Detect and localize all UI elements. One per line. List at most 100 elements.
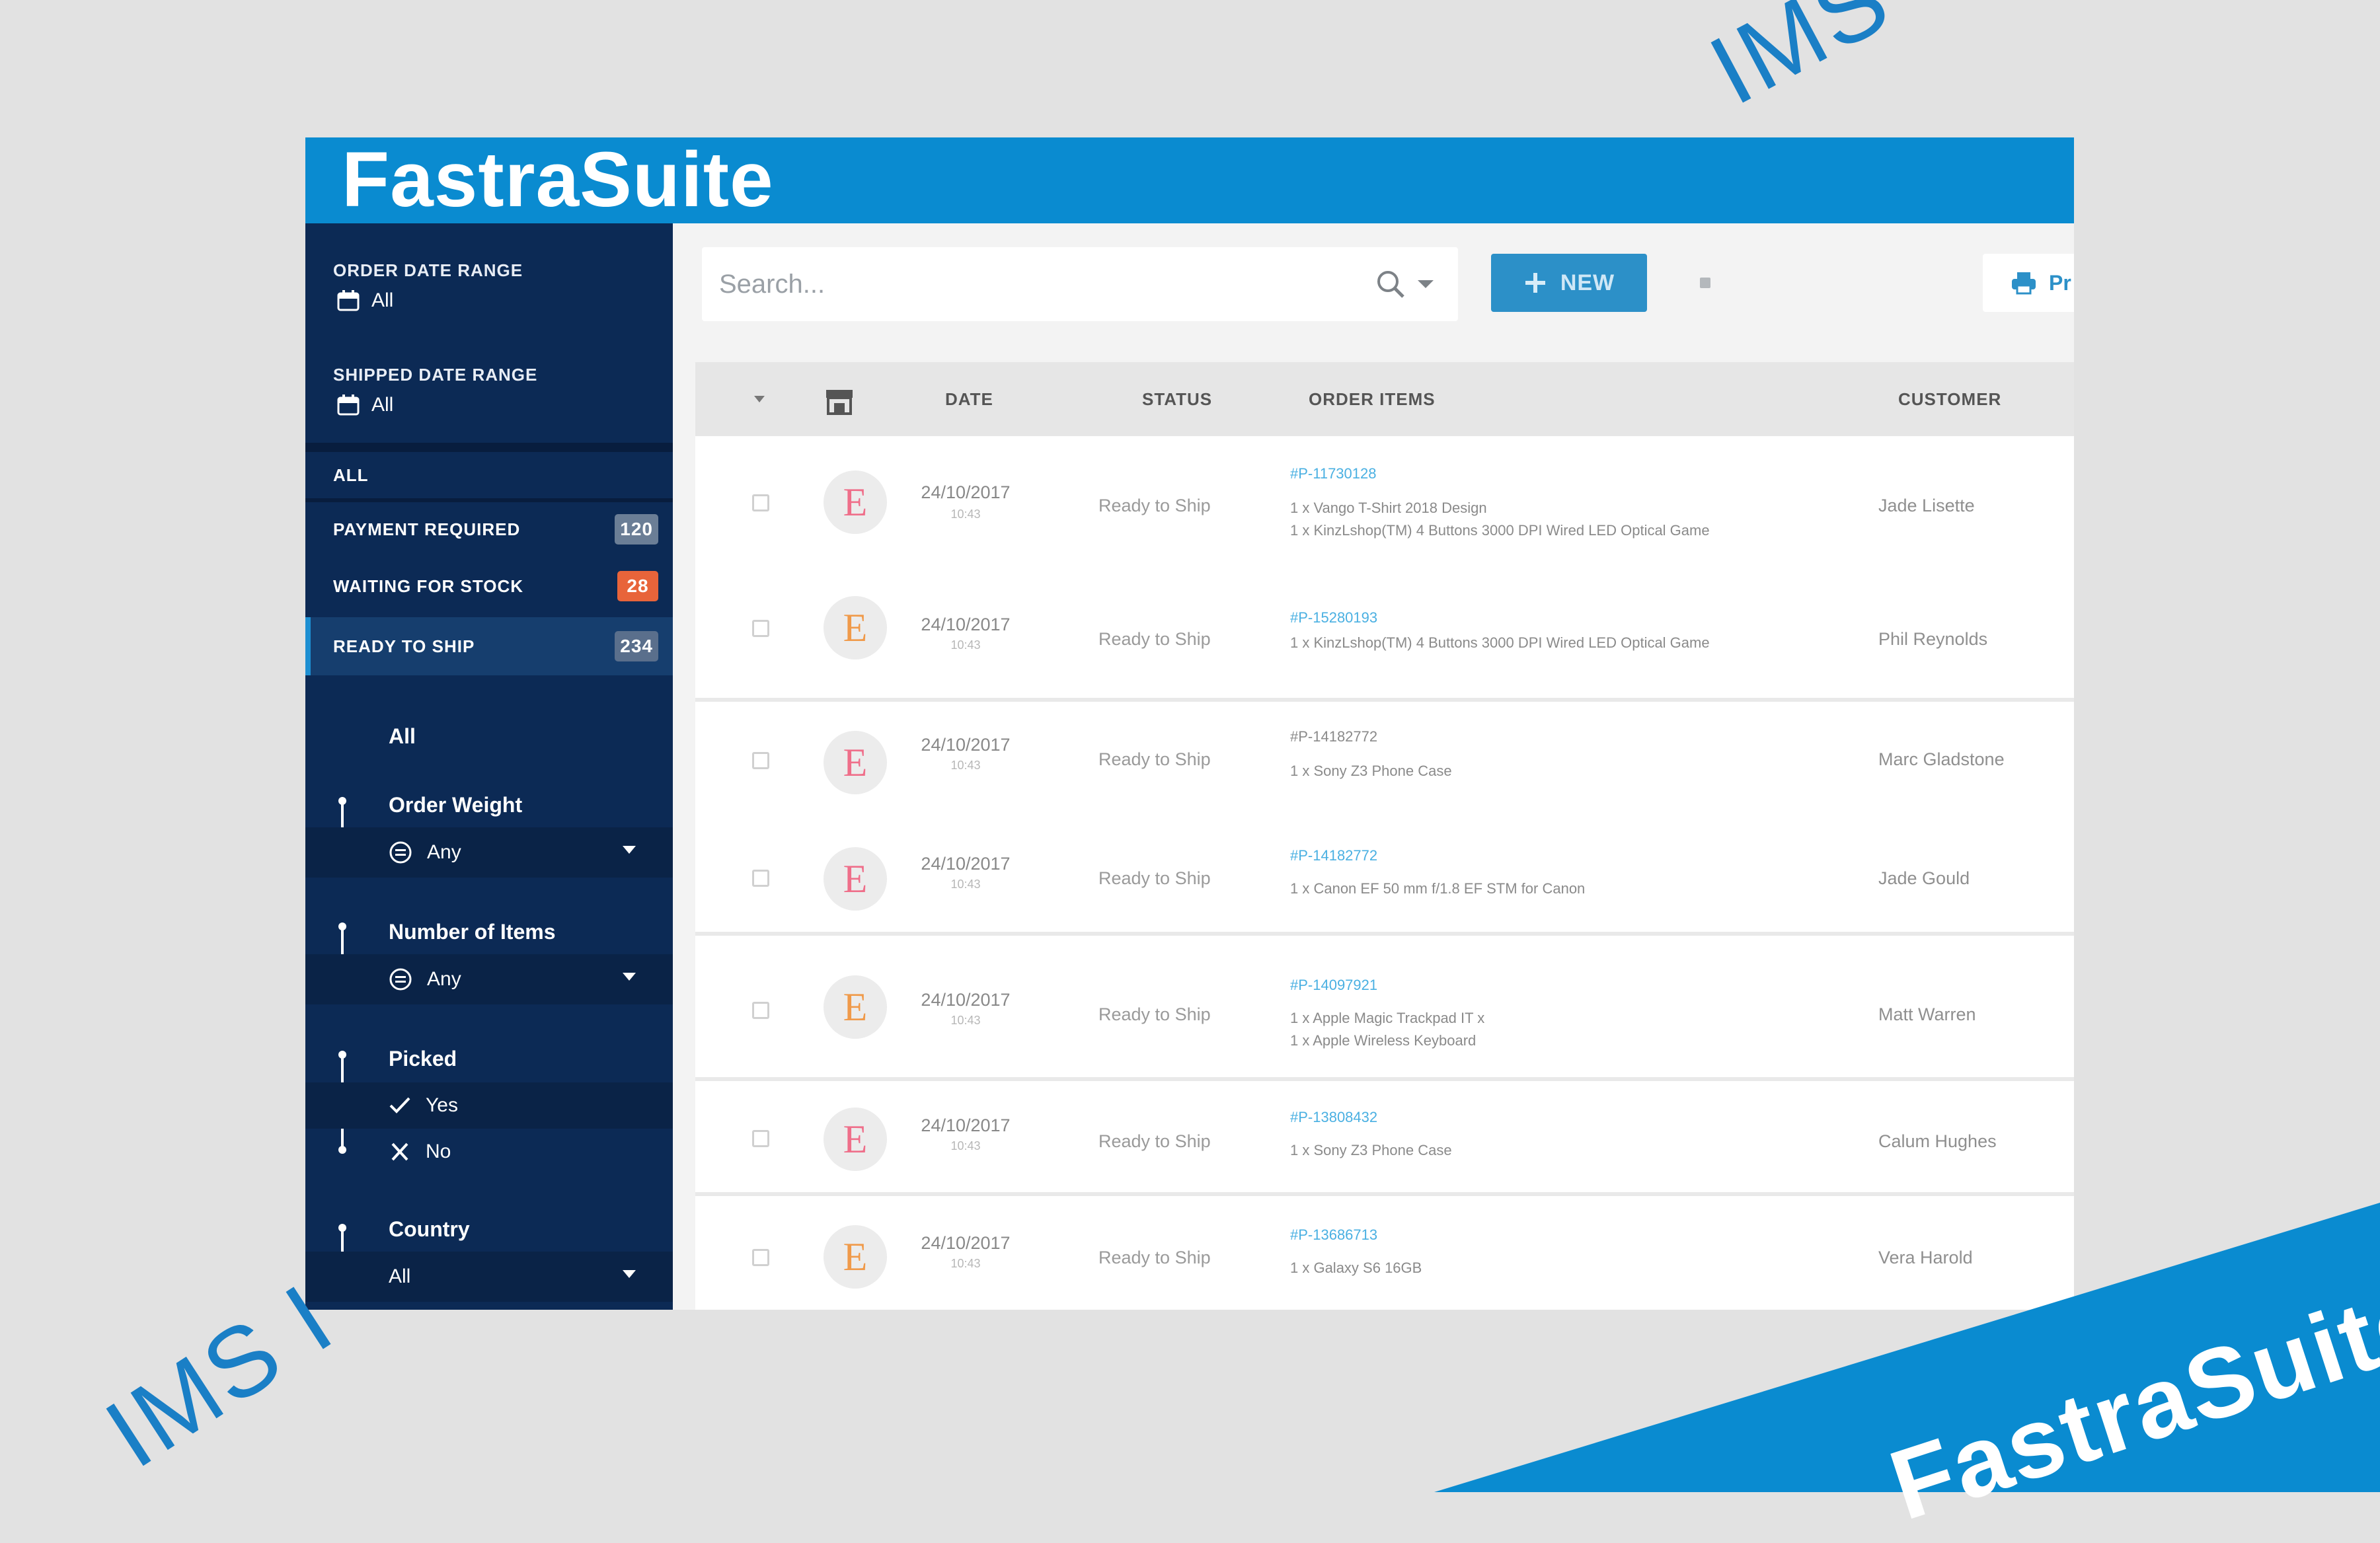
row-customer: Phil Reynolds xyxy=(1878,629,1988,649)
channel-avatar: E xyxy=(824,975,887,1039)
table-row[interactable]: E 24/10/2017 10:43 Ready to Ship #P-1418… xyxy=(695,817,2074,932)
order-number-link[interactable]: #P-11730128 xyxy=(1290,465,1377,482)
column-header-customer[interactable]: CUSTOMER xyxy=(1898,362,2001,436)
table-row[interactable]: E 24/10/2017 10:43 Ready to Ship #P-1368… xyxy=(695,1196,2074,1310)
row-time: 10:43 xyxy=(950,508,981,521)
print-button-label: Pr xyxy=(2049,270,2071,295)
row-status: Ready to Ship xyxy=(1098,496,1211,515)
table-row[interactable]: E 24/10/2017 10:43 Ready to Ship #P-1409… xyxy=(695,936,2074,1077)
row-customer: Vera Harold xyxy=(1878,1248,1973,1267)
row-customer: Jade Gould xyxy=(1878,868,1970,888)
number-of-items-select[interactable]: Any xyxy=(305,954,673,1004)
row-status: Ready to Ship xyxy=(1098,629,1211,649)
country-select[interactable]: All xyxy=(305,1252,673,1302)
picked-option-no[interactable]: No xyxy=(305,1129,673,1175)
ims-watermark-bottom: IMS I xyxy=(87,1262,352,1489)
search-icon[interactable] xyxy=(1375,268,1406,300)
status-filter-ready-to-ship[interactable]: READY TO SHIP 234 xyxy=(305,617,673,675)
row-checkbox[interactable] xyxy=(752,1249,769,1266)
count-badge: 120 xyxy=(615,514,658,545)
order-number-link[interactable]: #P-14182772 xyxy=(1290,847,1377,864)
column-header-order-items[interactable]: ORDER ITEMS xyxy=(1309,362,1436,436)
sidebar-divider xyxy=(305,443,673,452)
brand-bar: FastraSuite xyxy=(305,137,2074,223)
row-date: 24/10/2017 xyxy=(921,735,1011,755)
row-date: 24/10/2017 xyxy=(921,1115,1011,1135)
column-header-date[interactable]: DATE xyxy=(945,362,993,436)
order-item: 1 x Galaxy S6 16GB xyxy=(1290,1260,1422,1276)
shipped-date-range[interactable]: SHIPPED DATE RANGE All xyxy=(305,322,673,422)
country-title: Country xyxy=(389,1217,470,1241)
calendar-icon xyxy=(337,395,360,416)
filter-all[interactable]: All xyxy=(389,724,416,749)
any-filter-icon xyxy=(389,968,412,991)
order-item: 1 x Sony Z3 Phone Case xyxy=(1290,1142,1452,1158)
channel-avatar: E xyxy=(824,1225,887,1289)
row-checkbox[interactable] xyxy=(752,1002,769,1019)
status-filter-all[interactable]: ALL xyxy=(305,452,673,498)
picked-option-yes[interactable]: Yes xyxy=(305,1082,673,1129)
table-row[interactable]: E 24/10/2017 10:43 Ready to Ship #P-1528… xyxy=(695,570,2074,698)
printer-icon xyxy=(2012,272,2036,295)
order-number-link[interactable]: #P-13808432 xyxy=(1290,1109,1377,1126)
filter-sidebar: ORDER DATE RANGE All SHIPPED DATE RANGE … xyxy=(305,223,673,1310)
search-input[interactable] xyxy=(702,246,1375,322)
status-filter-label: ALL xyxy=(333,465,369,485)
order-weight-select[interactable]: Any xyxy=(305,827,673,878)
order-number-link[interactable]: #P-14097921 xyxy=(1290,977,1377,994)
select-all-chevron-icon[interactable] xyxy=(752,394,767,404)
order-number-link[interactable]: #P-15280193 xyxy=(1290,609,1377,626)
channel-avatar: E xyxy=(824,1108,887,1171)
chevron-down-icon[interactable] xyxy=(1416,278,1436,291)
status-filter-label: WAITING FOR STOCK xyxy=(333,576,524,596)
order-item: 1 x KinzLshop(TM) 4 Buttons 3000 DPI Wir… xyxy=(1290,522,1710,539)
row-time: 10:43 xyxy=(950,638,981,652)
row-checkbox[interactable] xyxy=(752,494,769,511)
column-header-status[interactable]: STATUS xyxy=(1142,362,1212,436)
store-icon xyxy=(826,390,853,415)
new-button-label: NEW xyxy=(1560,270,1615,295)
row-date: 24/10/2017 xyxy=(921,615,1011,634)
channel-avatar: E xyxy=(824,470,887,534)
number-of-items-value: Any xyxy=(427,968,461,990)
row-time: 10:43 xyxy=(950,759,981,772)
order-number-link[interactable]: #P-13686713 xyxy=(1290,1226,1377,1244)
row-time: 10:43 xyxy=(950,1014,981,1027)
row-checkbox[interactable] xyxy=(752,1130,769,1147)
order-date-range[interactable]: ORDER DATE RANGE All xyxy=(305,223,673,322)
order-item: 1 x Sony Z3 Phone Case xyxy=(1290,763,1452,779)
row-customer: Jade Lisette xyxy=(1878,496,1975,515)
chevron-down-icon xyxy=(623,973,636,981)
picked-yes-label: Yes xyxy=(426,1094,458,1116)
brand-title: FastraSuite xyxy=(342,137,774,223)
number-of-items-title: Number of Items xyxy=(389,920,556,944)
order-date-range-label: ORDER DATE RANGE xyxy=(333,260,523,280)
close-icon xyxy=(391,1143,408,1161)
country-value: All xyxy=(389,1265,411,1287)
picked-title: Picked xyxy=(389,1047,457,1071)
more-options-icon[interactable] xyxy=(1700,278,1710,288)
status-filter-payment-required[interactable]: PAYMENT REQUIRED 120 xyxy=(305,502,673,556)
row-checkbox[interactable] xyxy=(752,620,769,637)
row-date: 24/10/2017 xyxy=(921,482,1011,502)
status-filter-waiting-for-stock[interactable]: WAITING FOR STOCK 28 xyxy=(305,559,673,613)
row-checkbox[interactable] xyxy=(752,752,769,769)
table-row[interactable]: E 24/10/2017 10:43 Ready to Ship #P-1418… xyxy=(695,702,2074,817)
table-header: DATE STATUS ORDER ITEMS CUSTOMER xyxy=(695,362,2074,436)
print-button[interactable]: Pr xyxy=(1983,254,2074,312)
plus-icon xyxy=(1525,273,1545,293)
shipped-date-range-value[interactable]: All xyxy=(337,394,393,416)
order-item: 1 x Canon EF 50 mm f/1.8 EF STM for Cano… xyxy=(1290,880,1586,897)
table-row[interactable]: E 24/10/2017 10:43 Ready to Ship #P-1173… xyxy=(695,436,2074,570)
order-item: 1 x Vango T-Shirt 2018 Design xyxy=(1290,500,1487,516)
channel-avatar: E xyxy=(824,847,887,911)
row-checkbox[interactable] xyxy=(752,870,769,887)
row-customer: Matt Warren xyxy=(1878,1004,1976,1024)
row-time: 10:43 xyxy=(950,1139,981,1152)
row-time: 10:43 xyxy=(950,1257,981,1270)
table-row[interactable]: E 24/10/2017 10:43 Ready to Ship #P-1380… xyxy=(695,1081,2074,1192)
order-number-link[interactable]: #P-14182772 xyxy=(1290,728,1377,745)
order-date-range-value[interactable]: All xyxy=(337,289,393,312)
picked-no-label: No xyxy=(426,1141,451,1162)
new-order-button[interactable]: NEW xyxy=(1491,254,1647,312)
